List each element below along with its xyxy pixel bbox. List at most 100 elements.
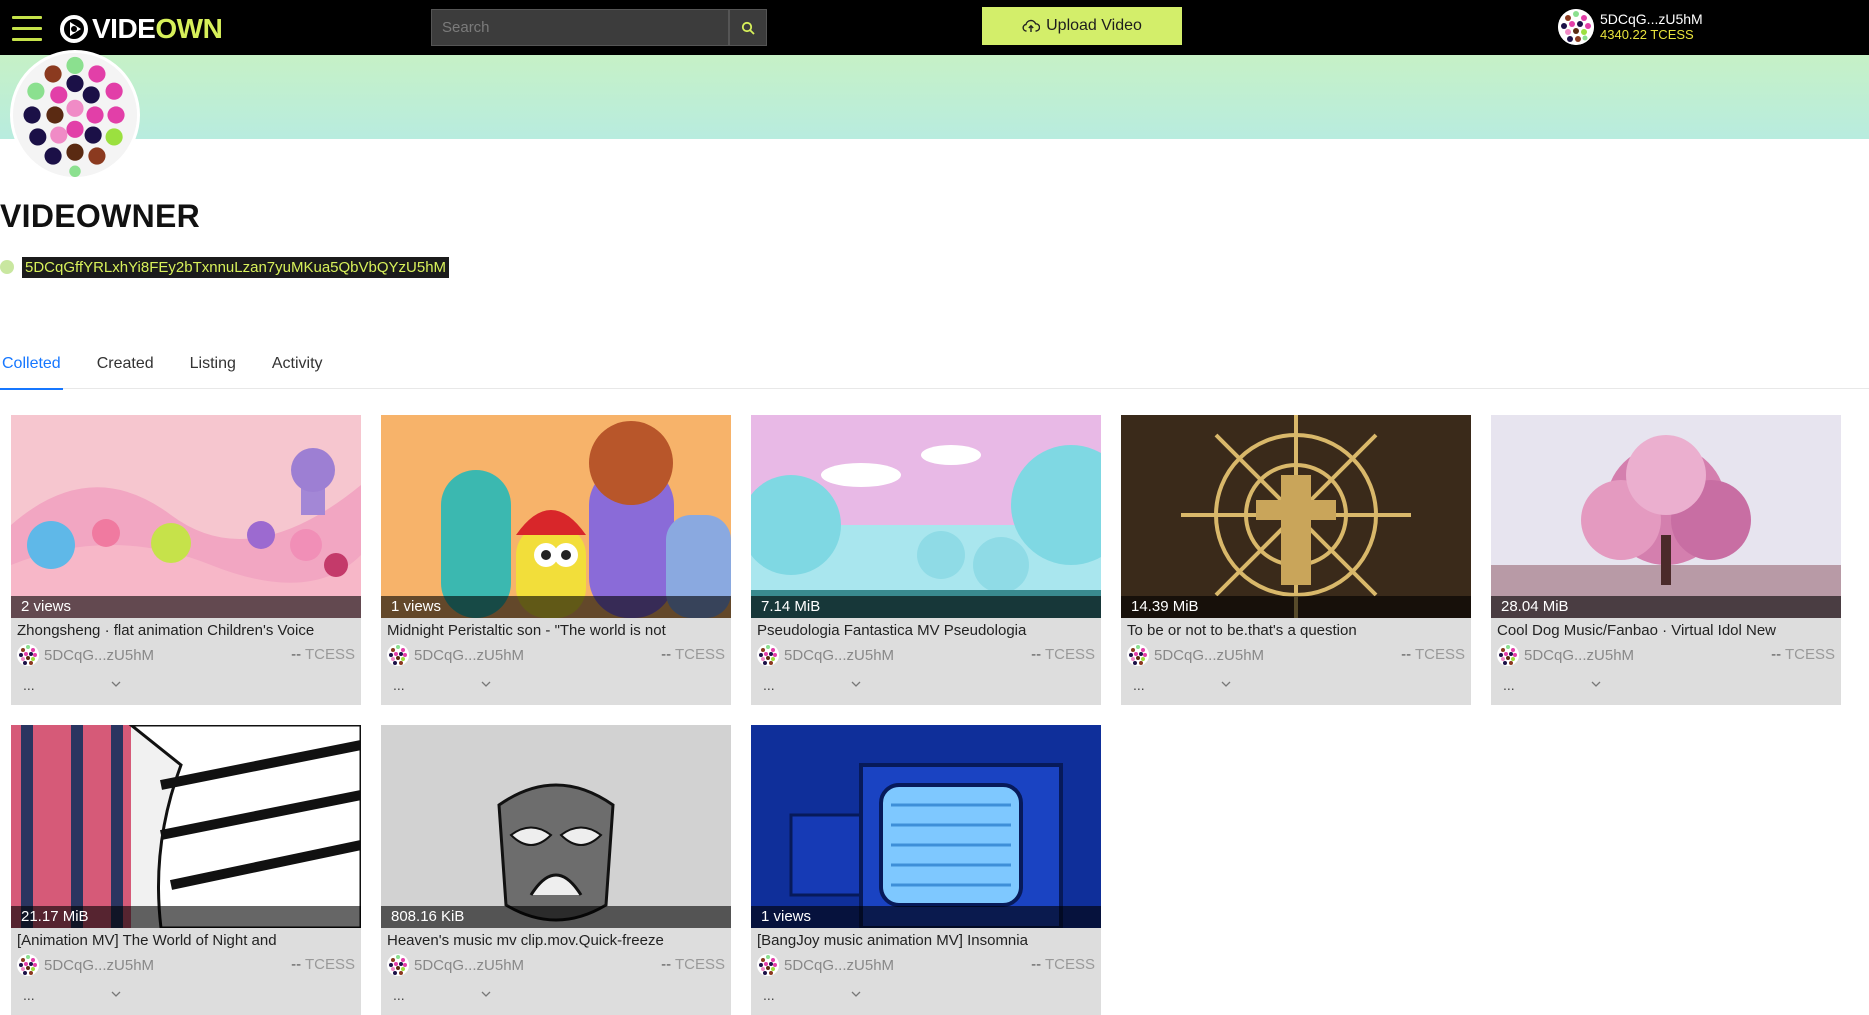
owner-name: 5DCqG...zU5hM	[44, 956, 155, 974]
owner-avatar	[387, 644, 409, 666]
video-owner[interactable]: 5DCqG...zU5hM	[757, 954, 894, 976]
video-owner[interactable]: 5DCqG...zU5hM	[387, 644, 524, 666]
owner-avatar	[757, 644, 779, 666]
video-card[interactable]: 1 views Midnight Peristaltic son - "The w…	[381, 415, 731, 705]
chevron-down-icon[interactable]	[109, 677, 123, 691]
video-price: -- TCESS	[1771, 646, 1835, 663]
owner-avatar	[17, 644, 39, 666]
chevron-down-icon[interactable]	[109, 987, 123, 1001]
video-card[interactable]: 7.14 MiB Pseudologia Fantastica MV Pseudo…	[751, 415, 1101, 705]
owner-name: 5DCqG...zU5hM	[414, 646, 525, 664]
video-owner[interactable]: 5DCqG...zU5hM	[757, 644, 894, 666]
video-stat-badge: 21.17 MiB	[11, 906, 361, 928]
chevron-down-icon[interactable]	[849, 677, 863, 691]
menu-icon[interactable]	[12, 16, 42, 42]
video-thumbnail[interactable]: 1 views	[751, 725, 1101, 928]
video-owner[interactable]: 5DCqG...zU5hM	[17, 644, 154, 666]
video-card[interactable]: 14.39 MiB To be or not to be.that's a que…	[1121, 415, 1471, 705]
tab-colleted[interactable]: Colleted	[0, 345, 63, 390]
address-avatar-icon	[0, 260, 14, 274]
video-card[interactable]: 808.16 KiB Heaven's music mv clip.mov.Qui…	[381, 725, 731, 1015]
logo-text: VIDEOWN	[92, 13, 223, 44]
video-title[interactable]: Heaven's music mv clip.mov.Quick-freeze	[387, 931, 725, 951]
thumbnail-image	[1121, 415, 1471, 618]
owner-avatar	[387, 954, 409, 976]
user-account[interactable]: 5DCqG...zU5hM 4340.22 TCESS	[1558, 7, 1703, 47]
video-thumbnail[interactable]: 7.14 MiB	[751, 415, 1101, 618]
video-owner[interactable]: 5DCqG...zU5hM	[1127, 644, 1264, 666]
video-title[interactable]: Pseudologia Fantastica MV Pseudologia	[757, 621, 1095, 641]
thumbnail-image	[751, 415, 1101, 618]
owner-name: 5DCqG...zU5hM	[44, 646, 155, 664]
search-input[interactable]	[431, 9, 729, 46]
search-icon	[741, 21, 755, 35]
more-options[interactable]: ...	[1133, 677, 1145, 693]
video-price: -- TCESS	[1031, 646, 1095, 663]
video-price: -- TCESS	[661, 646, 725, 663]
video-price: -- TCESS	[661, 956, 725, 973]
owner-name: 5DCqG...zU5hM	[1524, 646, 1635, 664]
video-stat-badge: 1 views	[381, 596, 731, 618]
video-title[interactable]: To be or not to be.that's a question	[1127, 621, 1465, 641]
search-button[interactable]	[729, 9, 767, 46]
video-title[interactable]: Zhongsheng · flat animation Children's V…	[17, 621, 355, 641]
owner-avatar	[17, 954, 39, 976]
site-logo[interactable]: VIDEOWN	[60, 13, 223, 44]
user-name: 5DCqG...zU5hM	[1600, 11, 1703, 27]
video-owner[interactable]: 5DCqG...zU5hM	[17, 954, 154, 976]
video-thumbnail[interactable]: 808.16 KiB	[381, 725, 731, 928]
thumbnail-image	[1491, 415, 1841, 618]
video-thumbnail[interactable]: 28.04 MiB	[1491, 415, 1841, 618]
video-stat-badge: 2 views	[11, 596, 361, 618]
tab-listing[interactable]: Listing	[188, 345, 238, 389]
chevron-down-icon[interactable]	[1219, 677, 1233, 691]
video-title[interactable]: [BangJoy music animation MV] Insomnia	[757, 931, 1095, 951]
video-title[interactable]: Midnight Peristaltic son - "The world is…	[387, 621, 725, 641]
more-options[interactable]: ...	[393, 677, 405, 693]
chevron-down-icon[interactable]	[479, 987, 493, 1001]
video-thumbnail[interactable]: 14.39 MiB	[1121, 415, 1471, 618]
video-owner[interactable]: 5DCqG...zU5hM	[387, 954, 524, 976]
owner-avatar	[757, 954, 779, 976]
more-options[interactable]: ...	[1503, 677, 1515, 693]
video-card[interactable]: 1 views [BangJoy music animation MV] Inso…	[751, 725, 1101, 1015]
upload-video-button[interactable]: Upload Video	[982, 7, 1182, 45]
wallet-address-row: 5DCqGffYRLxhYi8FEy2bTxnnuLzan7yuMKua5QbV…	[0, 256, 450, 278]
more-options[interactable]: ...	[763, 987, 775, 1003]
owner-name: 5DCqG...zU5hM	[414, 956, 525, 974]
wallet-address[interactable]: 5DCqGffYRLxhYi8FEy2bTxnnuLzan7yuMKua5QbV…	[22, 256, 450, 278]
tab-created[interactable]: Created	[95, 345, 156, 389]
video-card[interactable]: 2 views Zhongsheng · flat animation Child…	[11, 415, 361, 705]
user-info: 5DCqG...zU5hM 4340.22 TCESS	[1600, 11, 1703, 43]
play-logo-icon	[60, 15, 88, 43]
cloud-upload-icon	[1022, 19, 1041, 32]
chevron-down-icon[interactable]	[1589, 677, 1603, 691]
video-stat-badge: 14.39 MiB	[1121, 596, 1471, 618]
video-thumbnail[interactable]: 2 views	[11, 415, 361, 618]
video-card[interactable]: 21.17 MiB [Animation MV] The World of Nig…	[11, 725, 361, 1015]
more-options[interactable]: ...	[23, 987, 35, 1003]
thumbnail-image	[381, 725, 731, 928]
video-thumbnail[interactable]: 1 views	[381, 415, 731, 618]
thumbnail-image	[381, 415, 731, 618]
thumbnail-image	[11, 415, 361, 618]
video-owner[interactable]: 5DCqG...zU5hM	[1497, 644, 1634, 666]
thumbnail-image	[11, 725, 361, 928]
profile-tabs: Colleted Created Listing Activity	[0, 345, 1869, 390]
video-price: -- TCESS	[1031, 956, 1095, 973]
video-title[interactable]: [Animation MV] The World of Night and	[17, 931, 355, 951]
tab-activity[interactable]: Activity	[270, 345, 325, 389]
chevron-down-icon[interactable]	[479, 677, 493, 691]
video-card[interactable]: 28.04 MiB Cool Dog Music/Fanbao · Virtual…	[1491, 415, 1841, 705]
video-stat-badge: 28.04 MiB	[1491, 596, 1841, 618]
more-options[interactable]: ...	[763, 677, 775, 693]
owner-name: 5DCqG...zU5hM	[1154, 646, 1265, 664]
video-thumbnail[interactable]: 21.17 MiB	[11, 725, 361, 928]
video-title[interactable]: Cool Dog Music/Fanbao · Virtual Idol New	[1497, 621, 1835, 641]
more-options[interactable]: ...	[23, 677, 35, 693]
user-avatar	[1558, 9, 1594, 45]
chevron-down-icon[interactable]	[849, 987, 863, 1001]
more-options[interactable]: ...	[393, 987, 405, 1003]
video-stat-badge: 808.16 KiB	[381, 906, 731, 928]
owner-avatar	[1127, 644, 1149, 666]
